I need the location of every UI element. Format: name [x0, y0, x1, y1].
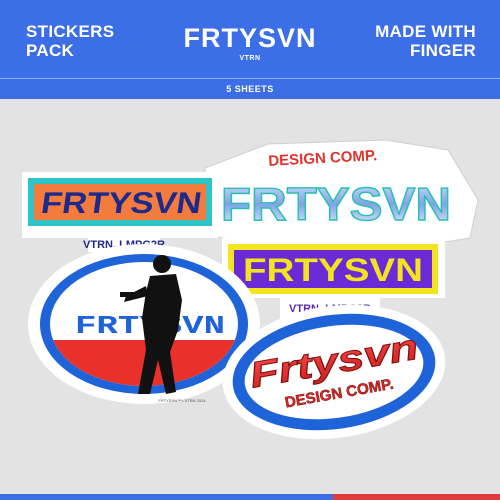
- orange-brand-text: FRTYSVN: [39, 187, 204, 220]
- chrome-sticker: DESIGN COMP. FRTYSVN: [204, 139, 479, 247]
- bottom-blue-stripe: [0, 494, 333, 500]
- oval-fine-print: FRTYSVN™ • VTRN 2024: [158, 398, 206, 403]
- header-banner: STICKERS PACK FRTYSVN VTRN MADE WITH FIN…: [0, 0, 500, 78]
- orange-sticker: FRTYSVN VTRN, LMPG2R: [22, 172, 218, 252]
- header-right: MADE WITH FINGER: [375, 22, 476, 60]
- sheet-count-bar: 5 SHEETS: [0, 78, 500, 99]
- purple-brand-text: FRTYSVN: [243, 252, 423, 288]
- made-with-label: MADE WITH: [375, 22, 476, 41]
- sticker-sheet: DESIGN COMP. FRTYSVN FRTYSVN VTRN, LMPG2…: [22, 139, 479, 440]
- finger-label: FINGER: [409, 41, 476, 60]
- bottom-red-stripe: [333, 494, 500, 500]
- chrome-brand-text: FRTYSVN: [221, 178, 451, 230]
